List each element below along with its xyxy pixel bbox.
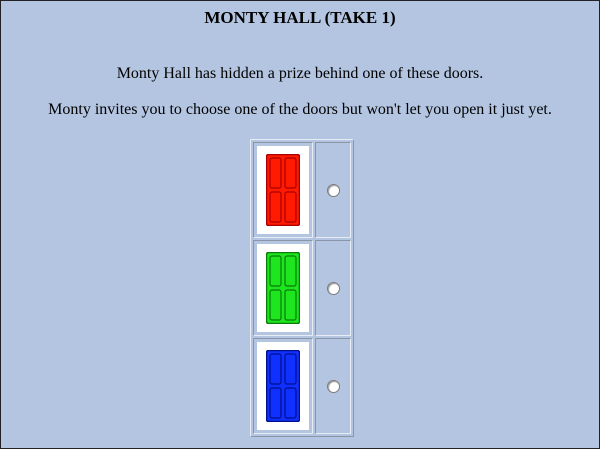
red-door-icon — [266, 154, 300, 226]
green-door-radio[interactable] — [326, 281, 340, 295]
intro-text: Monty Hall has hidden a prize behind one… — [116, 65, 484, 82]
radio-cell — [315, 240, 351, 336]
door-frame — [257, 342, 309, 430]
red-door-radio[interactable] — [326, 183, 340, 197]
door-cell — [253, 240, 313, 336]
door-cell — [253, 338, 313, 434]
door-row — [253, 142, 351, 238]
radio-cell — [315, 142, 351, 238]
instruction-text: Monty invites you to choose one of the d… — [48, 101, 552, 118]
blue-door-icon — [266, 350, 300, 422]
page-title: MONTY HALL (TAKE 1) — [204, 8, 396, 27]
blue-door-radio[interactable] — [326, 379, 340, 393]
door-cell — [253, 142, 313, 238]
door-frame — [257, 244, 309, 332]
doors-table — [250, 139, 354, 437]
radio-cell — [315, 338, 351, 434]
green-door-icon — [266, 252, 300, 324]
door-frame — [257, 146, 309, 234]
door-row — [253, 240, 351, 336]
door-row — [253, 338, 351, 434]
